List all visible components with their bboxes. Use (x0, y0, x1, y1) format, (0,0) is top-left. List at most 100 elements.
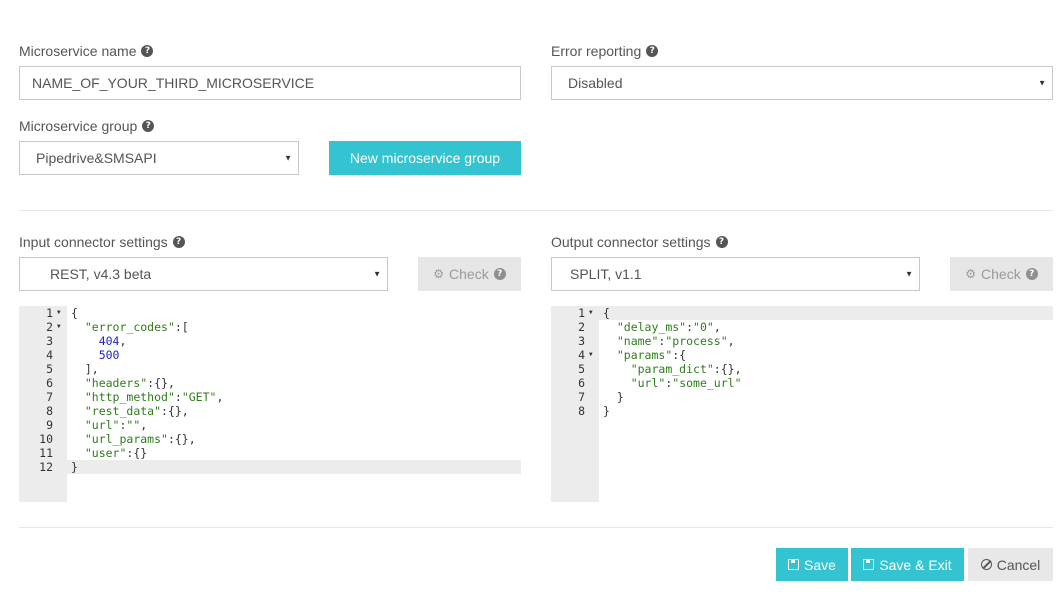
fold-arrow-icon[interactable]: ▼ (57, 320, 61, 334)
divider (19, 210, 1053, 211)
ms-group-value: Pipedrive&SMSAPI (36, 150, 157, 166)
code-text: "delay_ms":"0", (616, 320, 721, 334)
line-number: 1 (578, 306, 585, 320)
code-text: { (71, 306, 78, 320)
input-check-button[interactable]: ⚙ Check ? (418, 257, 521, 291)
chevron-down-icon: ▼ (905, 269, 913, 279)
code-line[interactable]: 1 ▼ { (19, 306, 521, 320)
code-text: 500 (98, 348, 120, 362)
line-number: 3 (578, 334, 585, 348)
code-text: "url":"", (84, 418, 148, 432)
divider (19, 527, 1053, 528)
code-line[interactable]: 6 "headers":{}, (19, 376, 521, 390)
new-group-button[interactable]: New microservice group (329, 141, 521, 175)
help-icon[interactable]: ? (715, 236, 728, 248)
chevron-down-icon: ▼ (284, 153, 292, 163)
line-number: 3 (46, 334, 53, 348)
help-icon[interactable]: ? (141, 45, 154, 57)
code-text: } (71, 460, 78, 474)
line-number: 4 (578, 348, 585, 362)
help-icon[interactable]: ? (142, 120, 155, 132)
line-number: 10 (39, 432, 53, 446)
code-line[interactable]: 10 "url_params":{}, (19, 432, 521, 446)
code-text: { (603, 306, 610, 320)
save-button[interactable]: Save (776, 548, 848, 581)
error-reporting-value: Disabled (568, 75, 623, 91)
code-text: "name":"process", (616, 334, 735, 348)
code-line[interactable]: 3 404, (19, 334, 521, 348)
line-number: 2 (578, 320, 585, 334)
code-line[interactable]: 8} (551, 404, 1053, 418)
output-connector-value: SPLIT, v1.1 (570, 266, 642, 282)
gears-icon: ⚙ (433, 267, 445, 281)
line-number: 7 (46, 390, 53, 404)
line-number: 5 (46, 362, 53, 376)
code-text: } (603, 404, 610, 418)
line-number: 8 (578, 404, 585, 418)
line-number: 6 (46, 376, 53, 390)
code-line[interactable]: 6 "url":"some_url" (551, 376, 1053, 390)
ms-name-label: Microservice name ? (19, 41, 154, 61)
line-number: 2 (46, 320, 53, 334)
code-text: "http_method":"GET", (84, 390, 224, 404)
error-reporting-label: Error reporting ? (551, 41, 659, 61)
help-icon: ? (493, 268, 506, 280)
code-line[interactable]: 12} (19, 460, 521, 474)
save-exit-button[interactable]: Save & Exit (851, 548, 964, 581)
ms-name-value: NAME_OF_YOUR_THIRD_MICROSERVICE (32, 75, 315, 91)
code-line[interactable]: 5 ], (19, 362, 521, 376)
floppy-icon (788, 559, 800, 570)
ms-group-label: Microservice group ? (19, 116, 155, 136)
output-check-button[interactable]: ⚙ Check ? (950, 257, 1053, 291)
fold-arrow-icon[interactable]: ▼ (57, 306, 61, 320)
chevron-down-icon: ▼ (1038, 78, 1046, 88)
line-number: 6 (578, 376, 585, 390)
code-line[interactable]: 2 "delay_ms":"0", (551, 320, 1053, 334)
line-number: 8 (46, 404, 53, 418)
code-line[interactable]: 2 ▼ "error_codes":[ (19, 320, 521, 334)
code-line[interactable]: 7 } (551, 390, 1053, 404)
input-json-editor[interactable]: 1 ▼{2 ▼ "error_codes":[3 404, 4 500 5 ], 6 "h… (19, 306, 521, 502)
line-number: 7 (578, 390, 585, 404)
code-text: "url":"some_url" (630, 376, 742, 390)
ms-group-select[interactable]: Pipedrive&SMSAPI ▼ (19, 141, 299, 175)
code-text: "url_params":{}, (84, 432, 196, 446)
code-line[interactable]: 8 "rest_data":{}, (19, 404, 521, 418)
code-line[interactable]: 1 ▼ { (551, 306, 1053, 320)
code-line[interactable]: 4 500 (19, 348, 521, 362)
input-connector-select[interactable]: REST, v4.3 beta ▼ (19, 257, 388, 291)
output-connector-select[interactable]: SPLIT, v1.1 ▼ (551, 257, 920, 291)
error-reporting-select[interactable]: Disabled ▼ (551, 66, 1053, 100)
code-text: "param_dict":{}, (630, 362, 742, 376)
help-icon[interactable]: ? (172, 236, 185, 248)
code-line[interactable]: 11 "user":{} (19, 446, 521, 460)
help-icon: ? (1025, 268, 1038, 280)
help-icon[interactable]: ? (646, 45, 659, 57)
code-line[interactable]: 9 "url":"", (19, 418, 521, 432)
input-connector-label: Input connector settings ? (19, 232, 185, 252)
code-line[interactable]: 3 "name":"process", (551, 334, 1053, 348)
code-line[interactable]: 7 "http_method":"GET", (19, 390, 521, 404)
gears-icon: ⚙ (965, 267, 977, 281)
line-number: 11 (39, 446, 53, 460)
code-text: "headers":{}, (84, 376, 175, 390)
code-line[interactable]: 4 ▼ "params":{ (551, 348, 1053, 362)
fold-arrow-icon[interactable]: ▼ (589, 306, 593, 320)
fold-arrow-icon[interactable]: ▼ (589, 348, 593, 362)
output-json-editor[interactable]: 1 ▼{2 "delay_ms":"0", 3 "name":"process", 4… (551, 306, 1053, 502)
code-text: ], (84, 362, 99, 376)
cancel-button[interactable]: Cancel (968, 548, 1053, 581)
code-line[interactable]: 5 "param_dict":{}, (551, 362, 1053, 376)
input-connector-value: REST, v4.3 beta (50, 266, 152, 282)
ms-name-input[interactable]: NAME_OF_YOUR_THIRD_MICROSERVICE (19, 66, 521, 100)
code-text: "params":{ (616, 348, 687, 362)
line-number: 12 (39, 460, 53, 474)
code-text: "user":{} (84, 446, 148, 460)
chevron-down-icon: ▼ (373, 269, 381, 279)
code-text: } (616, 390, 624, 404)
code-text: 404, (98, 334, 127, 348)
code-text: "error_codes":[ (84, 320, 189, 334)
code-text: "rest_data":{}, (84, 404, 189, 418)
floppy-icon (863, 559, 875, 570)
ban-icon (980, 559, 992, 570)
